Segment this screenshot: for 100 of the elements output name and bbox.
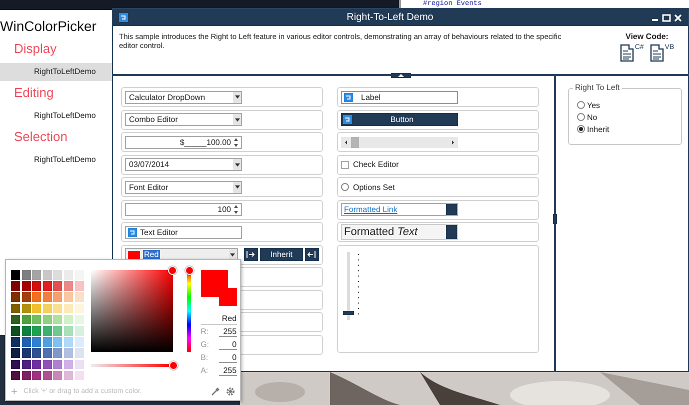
color-swatch[interactable] <box>11 304 20 314</box>
color-swatch[interactable] <box>74 304 84 314</box>
color-swatch[interactable] <box>11 360 20 370</box>
color-swatch[interactable] <box>74 292 84 302</box>
color-swatch[interactable] <box>53 360 62 370</box>
color-swatch[interactable] <box>53 337 62 347</box>
spin-field[interactable]: 100 <box>125 203 242 216</box>
color-swatch[interactable] <box>22 360 31 370</box>
color-swatch[interactable] <box>32 370 42 380</box>
color-swatch[interactable] <box>32 304 42 314</box>
color-swatch[interactable] <box>42 281 52 291</box>
color-swatch[interactable] <box>42 326 52 336</box>
color-swatch[interactable] <box>42 360 52 370</box>
slider-thumb[interactable] <box>168 361 178 370</box>
color-swatch[interactable] <box>64 360 73 370</box>
color-swatch[interactable] <box>11 292 20 302</box>
color-swatch[interactable] <box>53 370 62 380</box>
maximize-icon[interactable] <box>662 14 671 22</box>
scrollbar[interactable] <box>341 136 458 148</box>
radio-option[interactable]: Inherit <box>577 123 681 135</box>
color-swatch[interactable] <box>22 370 31 380</box>
slider-thumb[interactable] <box>184 266 194 275</box>
color-swatch[interactable] <box>22 337 31 347</box>
color-swatch[interactable] <box>32 326 42 336</box>
color-swatch[interactable] <box>74 360 84 370</box>
color-swatch[interactable] <box>42 337 52 347</box>
color-swatch[interactable] <box>11 370 20 380</box>
color-swatch[interactable] <box>53 304 62 314</box>
spin-field[interactable]: $_____100.00 <box>125 136 242 148</box>
sample-item[interactable]: RightToLeftDemo <box>0 151 112 169</box>
option-button[interactable]: Options Set <box>341 182 395 192</box>
inherit-button[interactable]: Inherit <box>260 248 303 261</box>
channel-value[interactable]: 255 <box>218 326 237 336</box>
splitter-handle[interactable] <box>553 214 557 224</box>
dropdown[interactable]: Combo Editor <box>125 113 242 126</box>
color-swatch[interactable] <box>64 281 73 291</box>
color-swatch[interactable] <box>11 314 20 324</box>
color-swatch[interactable] <box>64 292 73 302</box>
color-swatch[interactable] <box>11 348 20 358</box>
color-swatch[interactable] <box>32 348 42 358</box>
color-swatch[interactable] <box>22 348 31 358</box>
formatted-link[interactable]: Formatted Link <box>342 204 446 215</box>
color-swatch[interactable] <box>53 270 62 280</box>
color-swatch[interactable] <box>53 326 62 336</box>
color-swatch[interactable] <box>32 360 42 370</box>
color-swatch[interactable] <box>42 270 52 280</box>
color-swatch[interactable] <box>32 292 42 302</box>
color-swatch[interactable] <box>74 348 84 358</box>
right-to-left-button[interactable] <box>304 248 319 261</box>
color-swatch[interactable] <box>22 314 31 324</box>
color-swatch[interactable] <box>64 326 73 336</box>
color-swatch[interactable] <box>64 370 73 380</box>
color-swatch[interactable] <box>64 337 73 347</box>
color-swatch[interactable] <box>64 270 73 280</box>
check-editor[interactable]: Check Editor <box>341 160 399 169</box>
color-swatch[interactable] <box>74 326 84 336</box>
color-swatch[interactable] <box>32 314 42 324</box>
color-swatch[interactable] <box>32 337 42 347</box>
dropdown[interactable]: 03/07/2014 <box>125 158 242 171</box>
radio-option[interactable]: Yes <box>577 99 681 111</box>
color-swatch[interactable] <box>42 304 52 314</box>
color-swatch[interactable] <box>42 314 52 324</box>
color-swatch[interactable] <box>53 314 62 324</box>
sample-item[interactable]: RightToLeftDemo <box>0 107 112 125</box>
color-swatch[interactable] <box>74 370 84 380</box>
channel-value[interactable]: 0 <box>218 340 237 350</box>
color-swatch[interactable] <box>74 314 84 324</box>
color-swatch[interactable] <box>22 292 31 302</box>
dropdown[interactable]: Calculator DropDown <box>125 90 242 104</box>
sample-item[interactable]: RightToLeftDemo <box>0 63 112 81</box>
color-swatch[interactable] <box>53 292 62 302</box>
color-swatch[interactable] <box>22 326 31 336</box>
color-swatch[interactable] <box>42 370 52 380</box>
color-swatch[interactable] <box>74 337 84 347</box>
left-to-right-button[interactable] <box>244 248 258 261</box>
minimize-icon[interactable] <box>652 18 658 20</box>
text-field[interactable]: Text Editor <box>125 226 242 238</box>
color-swatch[interactable] <box>32 270 42 280</box>
channel-value[interactable]: 255 <box>218 366 237 376</box>
color-swatch[interactable] <box>22 281 31 291</box>
settings-icon[interactable] <box>226 387 235 396</box>
color-swatch[interactable] <box>11 326 20 336</box>
channel-value[interactable]: 0 <box>218 352 237 362</box>
color-swatch[interactable] <box>74 281 84 291</box>
color-swatch[interactable] <box>64 304 73 314</box>
dropdown[interactable]: Font Editor <box>125 180 242 194</box>
color-swatch[interactable] <box>11 270 20 280</box>
close-icon[interactable] <box>674 14 682 22</box>
color-swatch[interactable] <box>22 304 31 314</box>
color-swatch[interactable] <box>64 348 73 358</box>
color-swatch[interactable] <box>53 348 62 358</box>
color-swatch[interactable] <box>53 281 62 291</box>
slider-thumb[interactable] <box>343 311 354 316</box>
eyedropper-icon[interactable] <box>211 387 220 396</box>
color-swatch[interactable] <box>11 281 20 291</box>
color-swatch[interactable] <box>42 292 52 302</box>
radio-option[interactable]: No <box>577 111 681 123</box>
color-swatch[interactable] <box>74 270 84 280</box>
color-swatch[interactable] <box>32 281 42 291</box>
color-swatch[interactable] <box>22 270 31 280</box>
